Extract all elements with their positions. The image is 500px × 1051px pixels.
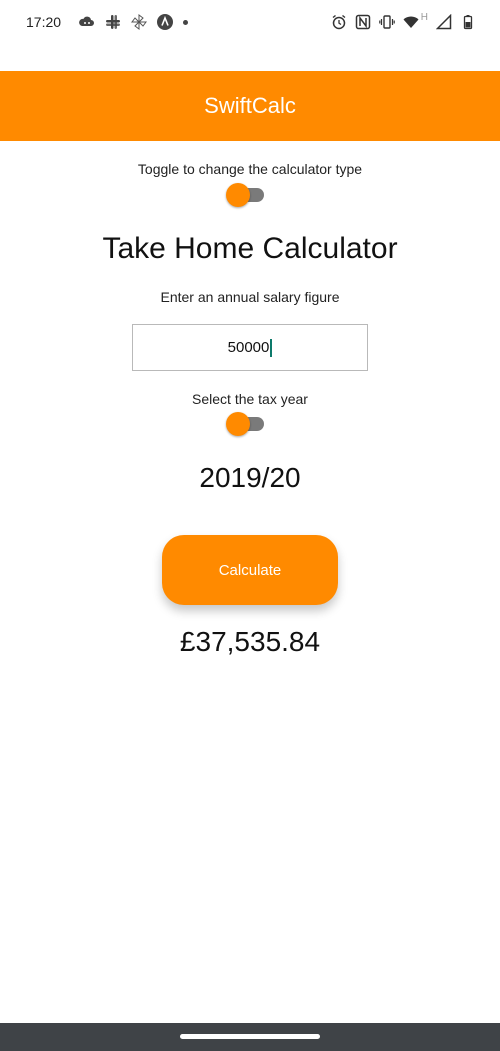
more-dot-icon bbox=[183, 19, 189, 25]
nfc-icon bbox=[355, 14, 371, 30]
cloud-game-icon bbox=[79, 14, 95, 30]
salary-input-value: 50000 bbox=[227, 339, 270, 356]
salary-input[interactable]: 50000 bbox=[132, 324, 368, 371]
tax-year-value: 2019/20 bbox=[199, 462, 301, 493]
take-home-result: £37,535.84 bbox=[179, 626, 321, 657]
text-cursor bbox=[270, 338, 273, 357]
home-gesture-handle[interactable] bbox=[180, 1034, 320, 1039]
status-right: H bbox=[331, 0, 476, 44]
calculator-type-caption: Toggle to change the calculator type bbox=[137, 161, 363, 177]
app-bar: SwiftCalc bbox=[0, 71, 500, 141]
calculate-button[interactable]: Calculate bbox=[162, 535, 338, 605]
navigation-bar bbox=[0, 1023, 500, 1051]
wifi-icon bbox=[403, 14, 419, 30]
pinwheel-icon bbox=[131, 14, 148, 30]
app-title: SwiftCalc bbox=[204, 93, 296, 118]
slack-icon bbox=[105, 14, 121, 30]
alarm-icon bbox=[331, 14, 347, 30]
toggle-thumb bbox=[226, 412, 250, 436]
page-title: Take Home Calculator bbox=[102, 232, 398, 265]
vibrate-icon bbox=[378, 14, 395, 30]
status-left: 17:20 bbox=[26, 14, 189, 30]
status-bar: 17:20 H bbox=[0, 0, 500, 44]
app-a-icon bbox=[157, 14, 174, 30]
salary-caption: Enter an annual salary figure bbox=[160, 289, 340, 305]
tax-year-toggle[interactable] bbox=[226, 411, 266, 437]
signal-icon bbox=[436, 14, 452, 30]
status-time: 17:20 bbox=[26, 14, 62, 30]
network-type-label: H bbox=[420, 11, 428, 23]
toggle-thumb bbox=[226, 183, 250, 207]
battery-icon bbox=[460, 14, 476, 30]
tax-year-caption: Select the tax year bbox=[192, 391, 308, 407]
calculator-type-toggle[interactable] bbox=[226, 182, 266, 208]
